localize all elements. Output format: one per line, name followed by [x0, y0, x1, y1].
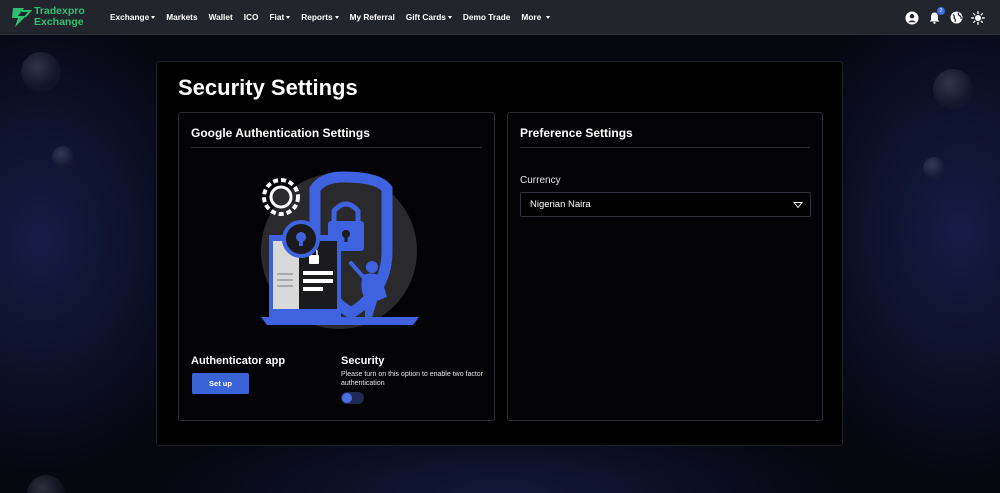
nav-label: Wallet — [208, 12, 233, 22]
decor-bubble — [52, 146, 74, 168]
security-settings-panel: Security Settings Google Authentication … — [156, 61, 843, 446]
toggle-knob — [342, 393, 352, 403]
nav-icon-group: 2 — [897, 0, 985, 35]
divider — [520, 147, 810, 148]
security-description: Please turn on this option to enable two… — [341, 371, 484, 387]
google-auth-title: Google Authentication Settings — [191, 126, 370, 140]
nav-item-markets[interactable]: Markets — [166, 12, 197, 22]
nav-label: More — [521, 12, 542, 22]
chevron-down-icon — [546, 15, 551, 19]
nav-item-more[interactable]: More — [521, 12, 551, 22]
brand-name-line2: Exchange — [34, 16, 84, 28]
nav-item-gift-cards[interactable]: Gift Cards — [406, 12, 452, 22]
main-nav: Exchange Markets Wallet ICO Fiat Reports… — [110, 12, 561, 22]
logo-mark-icon — [12, 8, 32, 27]
globe-icon[interactable] — [949, 11, 963, 25]
nav-item-fiat[interactable]: Fiat — [269, 12, 291, 22]
nav-item-wallet[interactable]: Wallet — [209, 12, 233, 22]
sun-icon[interactable] — [971, 10, 985, 25]
nav-label: Demo Trade — [462, 12, 511, 22]
security-label: Security — [341, 355, 385, 367]
currency-value: Nigerian Naira — [530, 199, 591, 210]
top-navbar: Tradexpro Exchange Exchange Markets Wall… — [0, 0, 1000, 35]
nav-label: My Referral — [349, 12, 395, 22]
nav-label: Fiat — [269, 12, 285, 22]
nav-label: Gift Cards — [405, 12, 446, 22]
bell-icon[interactable]: 2 — [927, 6, 945, 25]
nav-item-demo-trade[interactable]: Demo Trade — [463, 12, 511, 22]
currency-select[interactable]: Nigerian Naira — [520, 192, 811, 217]
page-title: Security Settings — [178, 75, 358, 100]
chevron-down-icon — [286, 15, 291, 19]
decor-bubble — [21, 52, 61, 92]
nav-label: Reports — [301, 12, 333, 22]
nav-item-exchange[interactable]: Exchange — [110, 12, 156, 22]
nav-label: Exchange — [110, 12, 150, 22]
brand-logo[interactable]: Tradexpro Exchange — [10, 5, 110, 29]
nav-item-reports[interactable]: Reports — [301, 12, 339, 22]
chevron-down-icon — [447, 15, 452, 19]
divider — [191, 147, 482, 148]
preference-settings-card: Preference Settings Currency Nigerian Na… — [507, 112, 823, 421]
two-factor-toggle[interactable] — [341, 392, 364, 404]
user-icon[interactable] — [905, 11, 919, 25]
nav-item-ico[interactable]: ICO — [244, 12, 259, 22]
chevron-down-icon — [334, 15, 339, 19]
setup-button[interactable]: Set up — [192, 373, 249, 394]
nav-label: Markets — [166, 12, 198, 22]
notification-badge: 2 — [937, 6, 945, 15]
nav-label: ICO — [243, 12, 259, 22]
google-auth-card: Google Authentication Settings Authentic… — [178, 112, 495, 421]
authenticator-app-label: Authenticator app — [191, 355, 286, 367]
chevron-down-icon — [151, 15, 156, 19]
decor-bubble — [923, 157, 945, 179]
preference-settings-title: Preference Settings — [520, 126, 633, 140]
currency-label: Currency — [520, 175, 561, 186]
decor-bubble — [933, 69, 973, 109]
chevron-down-icon — [793, 202, 803, 209]
security-illustration — [261, 171, 419, 329]
nav-item-my-referral[interactable]: My Referral — [350, 12, 395, 22]
